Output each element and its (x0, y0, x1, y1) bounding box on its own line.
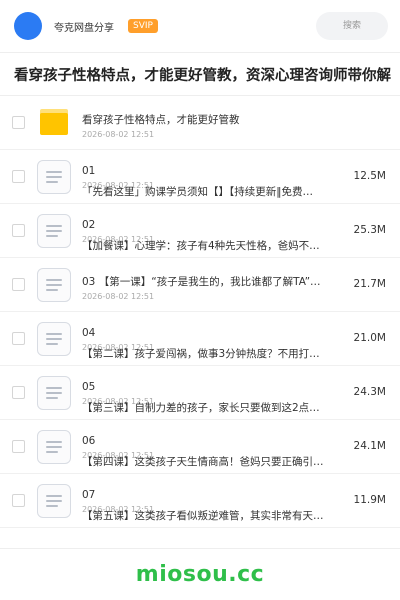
item-size: 21.0M (353, 332, 386, 344)
item-name-line1: 07 (82, 489, 96, 501)
item-size: 25.3M (353, 224, 386, 236)
file-list: 看穿孩子性格特点，才能更好管教 2026-08-02 12:51 01 2026… (0, 96, 400, 528)
list-item-folder[interactable]: 看穿孩子性格特点，才能更好管教 2026-08-02 12:51 (0, 96, 400, 150)
item-name-line2: 【加餐课】心理学：孩子有4种先天性格，爸妈不… (82, 240, 320, 252)
document-icon (37, 430, 71, 464)
item-name: 03 【第一课】“孩子是我生的，我比谁都了解TA”… (82, 276, 321, 288)
app-name: 夸克网盘分享 (54, 22, 114, 34)
footer-watermark: miosou.cc (0, 548, 400, 600)
item-name-line2: 【第四课】这类孩子天生情商高！爸妈只要正确引… (82, 456, 324, 468)
document-icon (37, 376, 71, 410)
item-date: 2026-08-02 12:51 (82, 130, 155, 139)
item-name: 看穿孩子性格特点，才能更好管教 (82, 114, 240, 126)
document-icon (37, 268, 71, 302)
item-name-line1: 06 (82, 435, 96, 447)
item-name-line1: 01 (82, 165, 96, 177)
item-size: 21.7M (353, 278, 386, 290)
watermark-text: miosou.cc (135, 562, 265, 587)
item-name-line2: 「先看这里」购课学员须知【】【持续更新‖免费… (82, 186, 313, 198)
item-name-line1: 04 (82, 327, 96, 339)
document-icon (37, 214, 71, 248)
row-checkbox[interactable] (12, 440, 25, 453)
row-checkbox[interactable] (12, 332, 25, 345)
item-name-line2: 【第三课】自制力差的孩子，家长只要做到这2点… (82, 402, 320, 414)
row-checkbox[interactable] (12, 116, 25, 129)
row-checkbox[interactable] (12, 224, 25, 237)
list-item[interactable]: 01 2026-08-02 12:51 「先看这里」购课学员须知【】【持续更新‖… (0, 150, 400, 204)
list-item[interactable]: 07 2026-08-02 12:51 【第五课】这类孩子看似叛逆难管，其实非常… (0, 474, 400, 528)
list-item[interactable]: 05 2026-08-02 12:51 【第三课】自制力差的孩子，家长只要做到这… (0, 366, 400, 420)
document-icon (37, 322, 71, 356)
header-bar: 夸克网盘分享 SVIP 搜索 (0, 0, 400, 52)
item-size: 24.3M (353, 386, 386, 398)
item-date: 2026-08-02 12:51 (82, 292, 155, 301)
avatar[interactable] (14, 12, 42, 40)
folder-icon (40, 109, 68, 135)
item-name-line1: 05 (82, 381, 96, 393)
row-checkbox[interactable] (12, 494, 25, 507)
row-checkbox[interactable] (12, 278, 25, 291)
item-name-line1: 02 (82, 219, 96, 231)
list-item[interactable]: 02 2026-08-02 12:51 【加餐课】心理学：孩子有4种先天性格，爸… (0, 204, 400, 258)
item-size: 24.1M (353, 440, 386, 452)
search-input[interactable]: 搜索 (316, 12, 388, 40)
list-item[interactable]: 06 2026-08-02 12:51 【第四课】这类孩子天生情商高！爸妈只要正… (0, 420, 400, 474)
share-title-bar: 看穿孩子性格特点，才能更好管教，资深心理咨询师带你解 (0, 52, 400, 96)
document-icon (37, 484, 71, 518)
share-title: 看穿孩子性格特点，才能更好管教，资深心理咨询师带你解 (14, 68, 391, 84)
item-size: 11.9M (353, 494, 386, 506)
row-checkbox[interactable] (12, 170, 25, 183)
item-name-line2: 【第五课】这类孩子看似叛逆难管，其实非常有天… (82, 510, 324, 522)
list-item[interactable]: 03 【第一课】“孩子是我生的，我比谁都了解TA”… 2026-08-02 12… (0, 258, 400, 312)
document-icon (37, 160, 71, 194)
svip-badge[interactable]: SVIP (128, 19, 158, 33)
item-size: 12.5M (353, 170, 386, 182)
row-checkbox[interactable] (12, 386, 25, 399)
item-name-line2: 【第二课】孩子爱闯祸，做事3分钟热度？不用打… (82, 348, 320, 360)
list-item[interactable]: 04 2026-08-02 12:51 【第二课】孩子爱闯祸，做事3分钟热度？不… (0, 312, 400, 366)
